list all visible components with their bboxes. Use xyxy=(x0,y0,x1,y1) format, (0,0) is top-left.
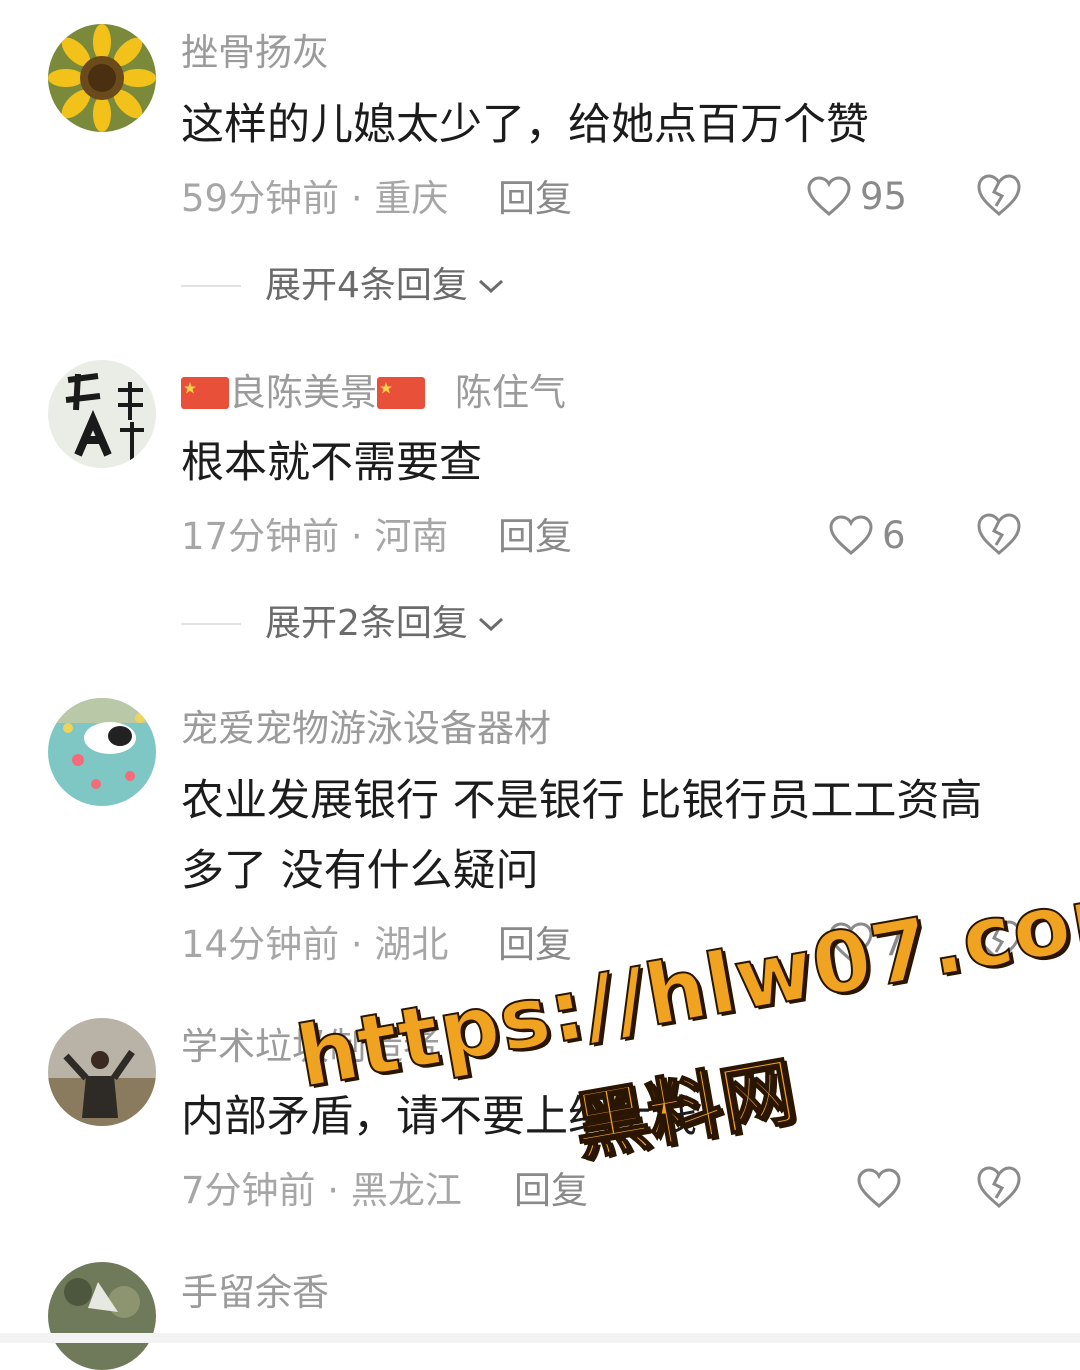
comment-line: 多了 没有什么疑问 xyxy=(181,846,539,896)
dislike-button[interactable] xyxy=(975,918,1023,966)
like-count: 6 xyxy=(882,513,906,557)
reply-button[interactable]: 回复 xyxy=(498,926,572,963)
dislike-button[interactable] xyxy=(975,511,1023,559)
divider xyxy=(181,285,241,287)
username-tail: 陈住气 xyxy=(455,371,566,414)
username[interactable]: 学术垃圾制造者 xyxy=(181,1028,440,1065)
broken-heart-icon xyxy=(977,1166,1021,1208)
dislike-button[interactable] xyxy=(975,172,1023,220)
username[interactable]: 宠爱宠物游泳设备器材 xyxy=(181,710,551,747)
divider xyxy=(181,623,241,625)
comment-meta: 14分钟前 · 湖北 xyxy=(181,923,449,966)
comment-text: 内部矛盾，请不要上纲上线 xyxy=(181,1084,1041,1150)
avatar[interactable] xyxy=(48,360,156,468)
comment-text: 这样的儿媳太少了，给她点百万个赞 xyxy=(181,92,1041,158)
avatar[interactable] xyxy=(48,698,156,806)
avatar[interactable] xyxy=(48,1262,156,1370)
expand-replies-label: 展开2条回复 xyxy=(265,603,468,644)
broken-heart-icon xyxy=(977,920,1021,962)
china-flag-icon xyxy=(377,377,425,409)
username-text: 良陈美景 xyxy=(229,371,377,414)
dog-pool-avatar-image xyxy=(48,698,156,806)
reply-button[interactable]: 回复 xyxy=(498,180,572,217)
reply-button[interactable]: 回复 xyxy=(514,1172,588,1209)
comment-meta: 7分钟前 · 黑龙江 xyxy=(181,1169,462,1212)
china-flag-icon xyxy=(181,377,229,409)
comment-line: 农业发展银行 不是银行 比银行员工工资高 xyxy=(181,776,983,826)
calligraphy-avatar-image xyxy=(48,360,156,468)
like-count: 95 xyxy=(860,174,908,218)
sunflower-avatar-image xyxy=(48,24,156,132)
username[interactable]: 良陈美景 陈住气 xyxy=(181,374,566,411)
expand-replies-label: 展开4条回复 xyxy=(265,265,468,306)
dislike-button[interactable] xyxy=(975,1164,1023,1212)
comment-meta: 59分钟前 · 重庆 xyxy=(181,177,449,220)
camo-avatar-image xyxy=(48,1262,156,1370)
heart-icon xyxy=(829,515,873,555)
like-button[interactable]: 95 xyxy=(806,172,907,220)
like-count: 7 xyxy=(882,920,906,964)
bottom-bar xyxy=(0,1333,1080,1343)
broken-heart-icon xyxy=(977,174,1021,216)
chevron-down-icon xyxy=(478,617,503,632)
username[interactable]: 挫骨扬灰 xyxy=(181,34,329,71)
heart-icon xyxy=(857,1168,901,1208)
heart-icon xyxy=(829,922,873,962)
comment-line: 这样的儿媳太少了，给她点百万个赞 xyxy=(181,100,869,150)
username[interactable]: 手留余香 xyxy=(181,1274,329,1311)
comment-text: 农业发展银行 不是银行 比银行员工工资高 多了 没有什么疑问 xyxy=(181,768,1041,904)
like-button[interactable] xyxy=(856,1164,910,1212)
comment-line: 内部矛盾，请不要上纲上线 xyxy=(181,1092,697,1142)
broken-heart-icon xyxy=(977,513,1021,555)
like-button[interactable]: 7 xyxy=(828,918,906,966)
comment-meta: 17分钟前 · 河南 xyxy=(181,515,449,558)
chevron-down-icon xyxy=(478,279,503,294)
reply-button[interactable]: 回复 xyxy=(498,518,572,555)
comment-text: 根本就不需要查 xyxy=(181,430,1041,496)
field-person-avatar-image xyxy=(48,1018,156,1126)
comment-line: 根本就不需要查 xyxy=(181,438,482,488)
expand-replies[interactable]: 展开4条回复 xyxy=(181,266,506,306)
expand-replies[interactable]: 展开2条回复 xyxy=(181,604,506,644)
avatar[interactable] xyxy=(48,24,156,132)
heart-icon xyxy=(807,176,851,216)
like-button[interactable]: 6 xyxy=(828,511,906,559)
avatar[interactable] xyxy=(48,1018,156,1126)
